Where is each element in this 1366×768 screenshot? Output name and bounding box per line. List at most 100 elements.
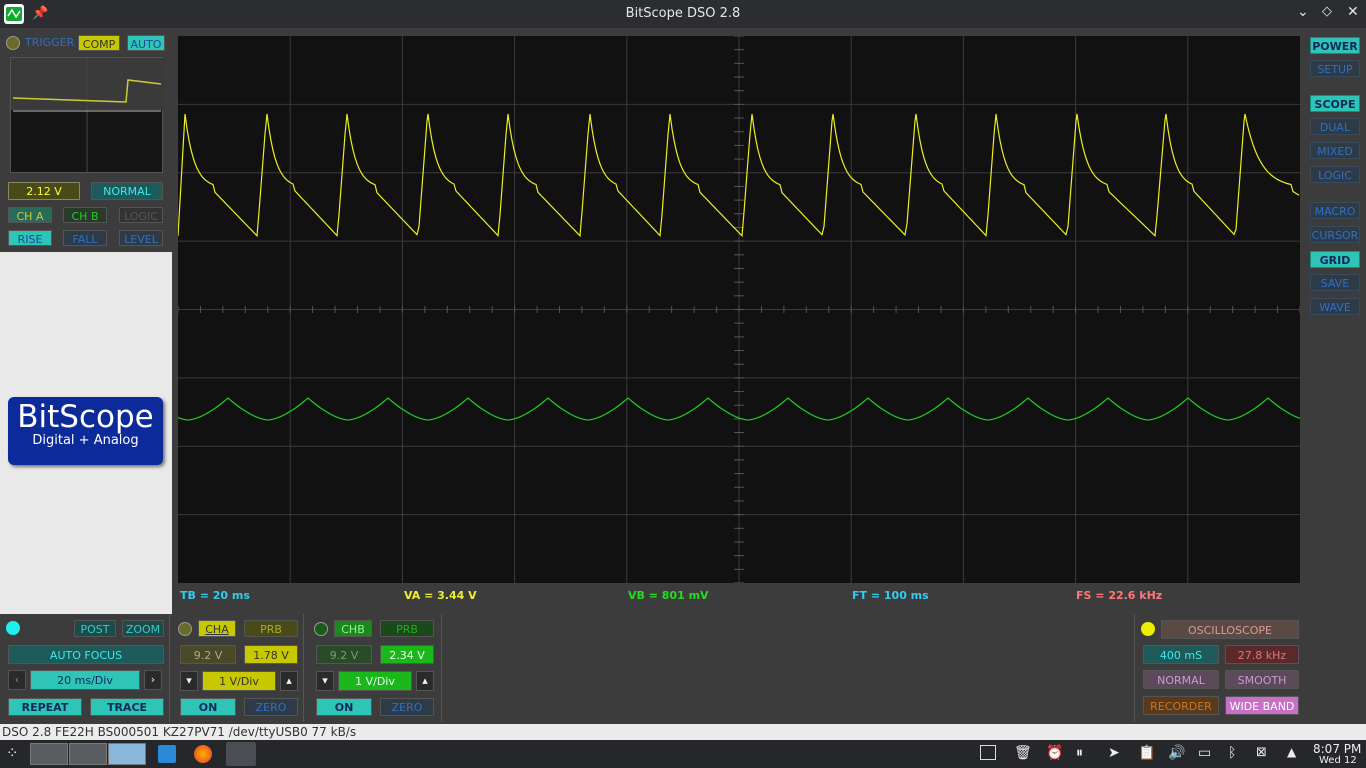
post-button[interactable]: POST xyxy=(74,620,116,637)
rise-button[interactable]: RISE xyxy=(8,230,52,246)
cha-vdiv[interactable]: 1 V/Div xyxy=(202,671,276,691)
timebase-led[interactable] xyxy=(6,621,20,635)
chb-down-arrow[interactable]: ▾ xyxy=(316,671,334,691)
chb-prb-button[interactable]: PRB xyxy=(380,620,434,637)
cha-range[interactable]: 9.2 V xyxy=(180,645,236,664)
wave-button[interactable]: WAVE xyxy=(1310,298,1360,315)
taskbar: ⁘ 🗑 ⏰ ⏸ ➤ 📋 🔊 ▭ ᛒ ⊠ ▲ 8:07 PM Wed 12 xyxy=(0,740,1366,768)
rate-value[interactable]: 27.8 kHz xyxy=(1225,645,1299,664)
bitscope-logo: BitScope Digital + Analog xyxy=(8,397,163,465)
cursor-button[interactable]: CURSOR xyxy=(1310,226,1360,243)
desktop-icon[interactable] xyxy=(980,745,996,760)
trigger-level-value[interactable]: 2.12 V xyxy=(8,182,80,200)
ft-readout: FT = 100 ms xyxy=(852,589,929,602)
save-button[interactable]: SAVE xyxy=(1310,274,1360,291)
title-bar: 📌 BitScope DSO 2.8 ⌄ ◇ ✕ xyxy=(0,0,1366,28)
cha-offset[interactable]: 1.78 V xyxy=(244,645,298,664)
clipboard-icon[interactable]: 📋 xyxy=(1138,745,1156,763)
workspace-2[interactable] xyxy=(69,743,107,765)
chb-offset[interactable]: 2.34 V xyxy=(380,645,434,664)
wide-band-button[interactable]: WIDE BAND xyxy=(1225,696,1299,715)
macro-button[interactable]: MACRO xyxy=(1310,202,1360,219)
dual-button[interactable]: DUAL xyxy=(1310,118,1360,135)
logo-name: BitScope xyxy=(17,399,154,435)
file-manager-icon[interactable] xyxy=(158,745,176,763)
chb-range[interactable]: 9.2 V xyxy=(316,645,372,664)
cha-trigger-button[interactable]: CH A xyxy=(8,207,52,223)
chb-zero-button[interactable]: ZERO xyxy=(380,698,434,716)
scope-display[interactable] xyxy=(177,35,1301,584)
recorder-button[interactable]: RECORDER xyxy=(1143,696,1219,715)
chb-trigger-button[interactable]: CH B xyxy=(63,207,107,223)
network-icon[interactable]: ⊠ xyxy=(1256,745,1274,763)
logic-trigger-button[interactable]: LOGIC xyxy=(119,207,163,223)
cha-button[interactable]: CHA xyxy=(198,620,236,637)
trigger-mode[interactable]: NORMAL xyxy=(91,182,163,200)
va-readout: VA = 3.44 V xyxy=(404,589,477,602)
timebase-panel: POST ZOOM AUTO FOCUS ‹ 20 ms/Div › REPEA… xyxy=(0,614,170,722)
logic-button[interactable]: LOGIC xyxy=(1310,166,1360,183)
maximize-icon[interactable]: ◇ xyxy=(1322,4,1332,19)
timebase-readout: TB = 20 ms xyxy=(180,589,250,602)
zoom-button[interactable]: ZOOM xyxy=(122,620,164,637)
chb-panel: CHB PRB 9.2 V 2.34 V ▾ 1 V/Div ▴ ON ZERO xyxy=(308,614,442,722)
timebase-left-arrow[interactable]: ‹ xyxy=(8,670,26,690)
chb-up-arrow[interactable]: ▴ xyxy=(416,671,434,691)
bitscope-taskbar-icon[interactable] xyxy=(226,742,256,766)
logo-tagline: Digital + Analog xyxy=(32,433,139,448)
firefox-icon[interactable] xyxy=(194,745,212,763)
setup-button[interactable]: SETUP xyxy=(1310,60,1360,77)
chb-led[interactable] xyxy=(314,622,328,636)
bluetooth-icon[interactable]: ᛒ xyxy=(1228,745,1246,763)
timebase-right-arrow[interactable]: › xyxy=(144,670,162,690)
auto-button[interactable]: AUTO xyxy=(127,35,165,51)
right-panel: POWER SETUP SCOPE DUAL MIXED LOGIC MACRO CURSOR… xyxy=(1306,28,1366,614)
auto-focus-button[interactable]: AUTO FOCUS xyxy=(8,645,164,664)
cha-prb-button[interactable]: PRB xyxy=(244,620,298,637)
workspace-1[interactable] xyxy=(30,743,68,765)
tray-expand-icon[interactable]: ▲ xyxy=(1287,745,1305,763)
app-launcher-icon[interactable]: ⁘ xyxy=(6,744,19,762)
cha-led[interactable] xyxy=(178,622,192,636)
grid-button[interactable]: GRID xyxy=(1310,251,1360,268)
clock-date[interactable]: Wed 12 xyxy=(1319,755,1357,766)
timebase-value[interactable]: 20 ms/Div xyxy=(30,670,140,690)
cha-on-button[interactable]: ON xyxy=(180,698,236,716)
cha-down-arrow[interactable]: ▾ xyxy=(180,671,198,691)
battery-icon[interactable]: ▭ xyxy=(1198,745,1216,763)
trace-button[interactable]: TRACE xyxy=(90,698,164,716)
mode-led[interactable] xyxy=(1141,622,1155,636)
cha-up-arrow[interactable]: ▴ xyxy=(280,671,298,691)
clock-time[interactable]: 8:07 PM xyxy=(1313,742,1361,756)
mixed-button[interactable]: MIXED xyxy=(1310,142,1360,159)
fs-readout: FS = 22.6 kHz xyxy=(1076,589,1163,602)
volume-icon[interactable]: 🔊 xyxy=(1168,745,1186,763)
trigger-preview xyxy=(10,57,164,174)
level-button[interactable]: LEVEL xyxy=(119,230,163,246)
minimize-icon[interactable]: ⌄ xyxy=(1297,4,1309,20)
workspace-3[interactable] xyxy=(108,743,146,765)
comp-button[interactable]: COMP xyxy=(78,35,120,51)
repeat-button[interactable]: REPEAT xyxy=(8,698,82,716)
pause-icon[interactable]: ⏸ xyxy=(1076,745,1094,763)
trigger-led[interactable] xyxy=(6,36,20,50)
window-title: BitScope DSO 2.8 xyxy=(625,6,741,21)
chb-on-button[interactable]: ON xyxy=(316,698,372,716)
cha-zero-button[interactable]: ZERO xyxy=(244,698,298,716)
duration-value[interactable]: 400 mS xyxy=(1143,645,1219,664)
normal-button[interactable]: NORMAL xyxy=(1143,670,1219,689)
close-icon[interactable]: ✕ xyxy=(1347,4,1359,20)
oscilloscope-button[interactable]: OSCILLOSCOPE xyxy=(1161,620,1299,639)
status-bar: DSO 2.8 FE22H BS000501 KZ27PV71 /dev/tty… xyxy=(0,724,1366,740)
chb-vdiv[interactable]: 1 V/Div xyxy=(338,671,412,691)
fall-button[interactable]: FALL xyxy=(63,230,107,246)
chb-button[interactable]: CHB xyxy=(334,620,372,637)
alarm-icon[interactable]: ⏰ xyxy=(1046,745,1064,763)
trigger-label: TRIGGER xyxy=(25,36,75,49)
smooth-button[interactable]: SMOOTH xyxy=(1225,670,1299,689)
scope-button[interactable]: SCOPE xyxy=(1310,95,1360,112)
telegram-icon[interactable]: ➤ xyxy=(1108,745,1126,763)
trash-icon[interactable]: 🗑 xyxy=(1014,745,1032,763)
power-button[interactable]: POWER xyxy=(1310,37,1360,54)
mode-panel: OSCILLOSCOPE 400 mS 27.8 kHz NORMAL SMOO… xyxy=(1134,614,1306,722)
